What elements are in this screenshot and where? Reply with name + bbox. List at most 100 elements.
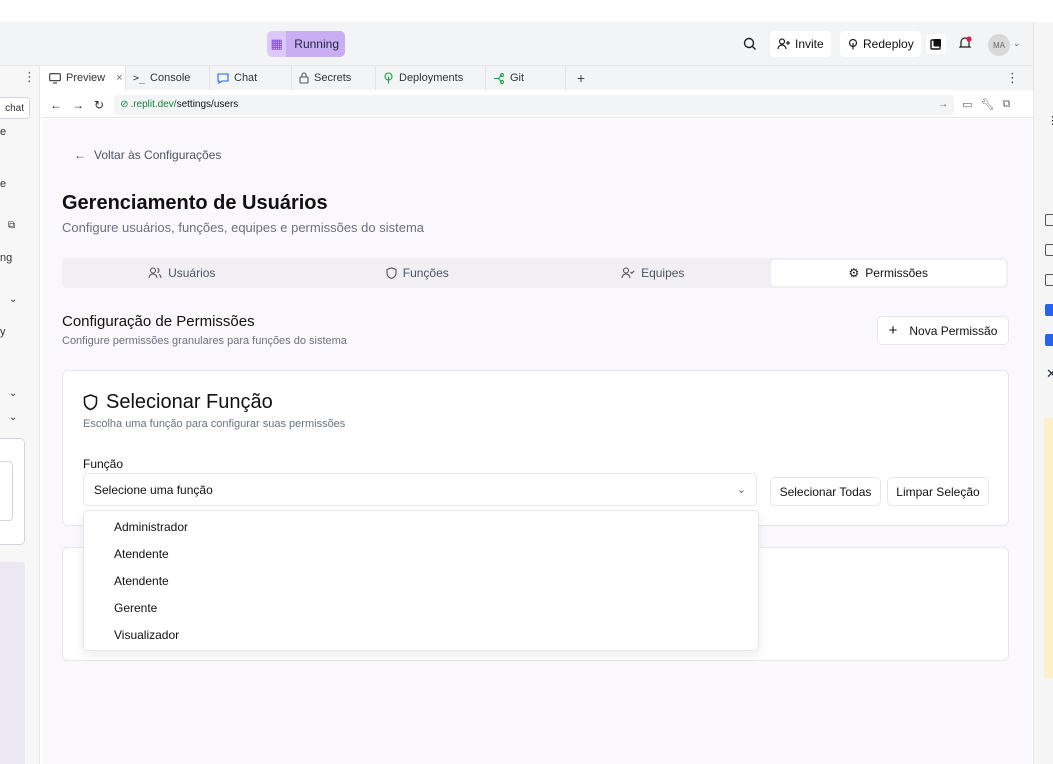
avatar[interactable]: MA [988,34,1010,56]
dropdown-option[interactable]: Gerente [84,594,758,621]
user-check-icon [621,267,635,279]
chevron-down-icon[interactable]: ⌄ [9,412,17,423]
tab-label: Deployments [399,72,464,84]
dropdown-option[interactable]: Visualizador [84,621,758,648]
section-subtitle: Configure permissões granulares para fun… [62,335,347,347]
back-arrow-icon[interactable]: ← [50,98,62,112]
tab-deployments[interactable]: Deployments [376,66,486,90]
role-select[interactable]: Selecione uma função ⌄ [83,473,757,506]
tab-label: Git [510,72,525,84]
invite-button[interactable]: Invite [770,31,831,57]
left-panel-card [0,562,25,764]
tab-equipes[interactable]: Equipes [535,260,771,286]
url-field[interactable]: ⊘ .replit.dev/ settings/users → [114,94,955,115]
wrench-icon[interactable]: 🔧︎ [980,98,994,111]
new-permission-button[interactable]: + Nova Permissão [877,316,1009,345]
gear-icon: ⚙ [848,266,860,280]
url-bar: ← → ↻ ⊘ .replit.dev/ settings/users → ▭ … [42,92,1033,118]
tab-label: Funções [402,266,449,280]
reload-icon[interactable]: ↻ [94,98,104,112]
tab-label: Preview [66,72,106,84]
page-title: Gerenciamento de Usuários [62,192,328,214]
new-chat-button[interactable]: chat [0,97,30,119]
section-tabs: Usuários Funções Equipes ⚙ Permissões [62,258,1008,288]
chat-bubble-icon [217,72,229,84]
role-field-label: Função [83,457,124,471]
open-external-icon[interactable]: ⧉ [1002,98,1010,111]
chevron-down-icon[interactable]: ⌄ [9,294,17,305]
clear-selection-button[interactable]: Limpar Seleção [887,477,989,506]
redeploy-label: Redeploy [863,37,914,51]
url-path: settings/users [176,99,239,110]
left-panel: ⋮ chat e e ⧉ ng ⌄ y ⌄ ⌄ [0,66,40,764]
checkbox-checked[interactable] [1045,304,1053,316]
tab-label: Usuários [168,266,216,280]
browser-top-strip [0,0,1053,22]
lock-icon [299,72,309,84]
tab-permissoes[interactable]: ⚙ Permissões [770,260,1006,286]
run-status-button[interactable]: ▦ Running [267,31,345,57]
card-title-label: Selecionar Função [106,391,273,413]
left-snippet: ng [0,252,13,264]
add-tab-button[interactable]: + [566,66,596,90]
tab-funcoes[interactable]: Funções [300,260,536,286]
section-title: Configuração de Permissões [62,313,255,330]
grip-icon[interactable]: ⋮ [1047,114,1053,127]
checkbox[interactable] [1045,214,1053,226]
close-icon[interactable]: × [116,72,122,84]
redeploy-button[interactable]: Redeploy [840,31,921,57]
devices-icon[interactable]: ▭ [962,98,972,111]
forward-arrow-icon[interactable]: → [72,98,84,112]
tab-label: Equipes [641,266,685,280]
deploy-status-icon[interactable] [926,34,946,54]
chat-input-box[interactable] [0,438,25,545]
url-domain: .replit.dev/ [130,99,177,110]
search-icon[interactable] [742,36,758,52]
back-link[interactable]: ← Voltar às Configurações [74,148,221,162]
plus-icon: + [888,322,898,339]
chevron-down-icon[interactable]: ⌄ [1013,38,1021,49]
external-link-icon[interactable]: ⧉ [8,220,15,231]
new-permission-label: Nova Permissão [909,323,998,338]
left-snippet: y [0,326,6,338]
dropdown-option[interactable]: Administrador [84,514,758,541]
tab-bar: Preview × >_ Console Chat Secrets Deploy… [42,66,1033,90]
arrow-right-icon[interactable]: → [938,99,948,110]
tab-git[interactable]: Git [486,66,566,90]
tab-secrets[interactable]: Secrets [292,66,376,90]
checkbox-checked[interactable] [1045,334,1053,346]
tab-label: Secrets [314,72,352,84]
dropdown-option[interactable]: Atendente [84,541,758,568]
left-snippet: e [0,126,7,138]
dropdown-option[interactable]: Atendente [84,568,758,595]
role-dropdown: Administrador Atendente Atendente Gerent… [83,510,759,651]
tab-chat[interactable]: Chat [210,66,292,90]
monitor-icon [49,72,61,84]
shield-icon [83,394,98,411]
more-vertical-icon[interactable]: ⋮ [1006,70,1019,86]
chevron-down-icon: ⌄ [736,484,746,496]
grid-icon: ▦ [270,36,283,51]
checkbox[interactable] [1045,244,1053,256]
arrow-left-icon: ← [74,148,86,162]
back-link-label: Voltar às Configurações [94,148,222,162]
tab-label: Chat [234,72,258,84]
tab-label: Permissões [865,266,928,280]
chat-textarea[interactable] [0,461,13,521]
close-icon[interactable]: ✕ [1046,366,1053,382]
chevron-down-icon[interactable]: ⌄ [9,388,17,399]
more-vertical-icon[interactable]: ⋮ [23,69,36,85]
link-icon: ⊘ [120,99,129,110]
checkbox[interactable] [1045,274,1053,286]
right-panel-highlight [1044,418,1053,678]
card-subtitle: Escolha uma função para configurar suas … [83,418,346,430]
add-user-icon [777,38,791,50]
tab-preview[interactable]: Preview × [42,66,126,90]
right-panel: ⋮ ✕ [1033,22,1053,764]
deploy-icon [847,38,859,50]
bell-icon[interactable] [956,34,974,52]
select-all-button[interactable]: Selecionar Todas [770,477,881,506]
tab-console[interactable]: >_ Console [126,66,210,90]
tab-usuarios[interactable]: Usuários [64,260,300,286]
left-snippet: e [0,178,7,190]
